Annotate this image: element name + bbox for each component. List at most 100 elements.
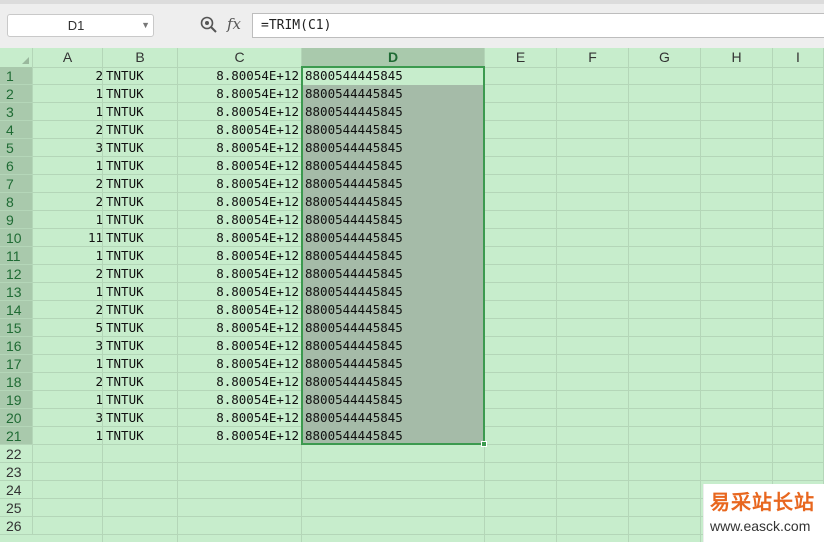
cell-c5[interactable]: 8.80054E+12	[178, 139, 299, 157]
cell-c15[interactable]: 8.80054E+12	[178, 319, 299, 337]
cell-c17[interactable]: 8.80054E+12	[178, 355, 299, 373]
row-header-26[interactable]: 26	[0, 517, 33, 535]
cell-b9[interactable]: TNTUK	[106, 211, 178, 229]
cell-b13[interactable]: TNTUK	[106, 283, 178, 301]
cell-a17[interactable]: 1	[33, 355, 103, 373]
cell-c16[interactable]: 8.80054E+12	[178, 337, 299, 355]
cell-b5[interactable]: TNTUK	[106, 139, 178, 157]
row-header-9[interactable]: 9	[0, 211, 33, 229]
cell-b11[interactable]: TNTUK	[106, 247, 178, 265]
insert-function-icon[interactable]: fx	[227, 14, 249, 34]
cell-b2[interactable]: TNTUK	[106, 85, 178, 103]
cell-a6[interactable]: 1	[33, 157, 103, 175]
cell-b7[interactable]: TNTUK	[106, 175, 178, 193]
column-header-e[interactable]: E	[485, 48, 557, 67]
column-header-f[interactable]: F	[557, 48, 629, 67]
row-header-23[interactable]: 23	[0, 463, 33, 481]
cell-a19[interactable]: 1	[33, 391, 103, 409]
row-header-7[interactable]: 7	[0, 175, 33, 193]
name-box[interactable]: D1 ▼	[7, 14, 154, 37]
cell-a4[interactable]: 2	[33, 121, 103, 139]
column-header-b[interactable]: B	[103, 48, 178, 67]
row-header-21[interactable]: 21	[0, 427, 33, 445]
cell-c11[interactable]: 8.80054E+12	[178, 247, 299, 265]
row-header-14[interactable]: 14	[0, 301, 33, 319]
cell-b14[interactable]: TNTUK	[106, 301, 178, 319]
row-header-10[interactable]: 10	[0, 229, 33, 247]
cell-a21[interactable]: 1	[33, 427, 103, 445]
cell-c9[interactable]: 8.80054E+12	[178, 211, 299, 229]
cell-c21[interactable]: 8.80054E+12	[178, 427, 299, 445]
cell-a1[interactable]: 2	[33, 67, 103, 85]
row-header-13[interactable]: 13	[0, 283, 33, 301]
cell-a7[interactable]: 2	[33, 175, 103, 193]
cell-a14[interactable]: 2	[33, 301, 103, 319]
row-header-3[interactable]: 3	[0, 103, 33, 121]
column-header-g[interactable]: G	[629, 48, 701, 67]
cell-b8[interactable]: TNTUK	[106, 193, 178, 211]
column-header-i[interactable]: I	[773, 48, 824, 67]
cell-b15[interactable]: TNTUK	[106, 319, 178, 337]
column-header-h[interactable]: H	[701, 48, 773, 67]
cell-a16[interactable]: 3	[33, 337, 103, 355]
cell-c1[interactable]: 8.80054E+12	[178, 67, 299, 85]
chevron-down-icon[interactable]: ▼	[141, 20, 150, 30]
cell-b17[interactable]: TNTUK	[106, 355, 178, 373]
column-header-c[interactable]: C	[178, 48, 302, 67]
cell-b20[interactable]: TNTUK	[106, 409, 178, 427]
cell-a8[interactable]: 2	[33, 193, 103, 211]
cell-c7[interactable]: 8.80054E+12	[178, 175, 299, 193]
row-header-4[interactable]: 4	[0, 121, 33, 139]
row-header-2[interactable]: 2	[0, 85, 33, 103]
row-header-19[interactable]: 19	[0, 391, 33, 409]
column-header-d[interactable]: D	[302, 48, 485, 67]
row-header-22[interactable]: 22	[0, 445, 33, 463]
cell-c12[interactable]: 8.80054E+12	[178, 265, 299, 283]
row-header-20[interactable]: 20	[0, 409, 33, 427]
cell-a9[interactable]: 1	[33, 211, 103, 229]
cell-c18[interactable]: 8.80054E+12	[178, 373, 299, 391]
cell-b19[interactable]: TNTUK	[106, 391, 178, 409]
cell-a10[interactable]: 11	[33, 229, 103, 247]
fill-handle[interactable]	[481, 441, 487, 447]
cell-a13[interactable]: 1	[33, 283, 103, 301]
cell-c8[interactable]: 8.80054E+12	[178, 193, 299, 211]
formula-bar-input[interactable]: =TRIM(C1)	[252, 13, 824, 38]
row-header-12[interactable]: 12	[0, 265, 33, 283]
select-all-corner[interactable]	[0, 48, 33, 67]
row-header-25[interactable]: 25	[0, 499, 33, 517]
column-header-a[interactable]: A	[33, 48, 103, 67]
cell-c20[interactable]: 8.80054E+12	[178, 409, 299, 427]
cell-a11[interactable]: 1	[33, 247, 103, 265]
cell-a3[interactable]: 1	[33, 103, 103, 121]
cell-a5[interactable]: 3	[33, 139, 103, 157]
row-header-6[interactable]: 6	[0, 157, 33, 175]
cell-b3[interactable]: TNTUK	[106, 103, 178, 121]
cell-c19[interactable]: 8.80054E+12	[178, 391, 299, 409]
cell-b12[interactable]: TNTUK	[106, 265, 178, 283]
cell-a15[interactable]: 5	[33, 319, 103, 337]
cell-c6[interactable]: 8.80054E+12	[178, 157, 299, 175]
cell-c3[interactable]: 8.80054E+12	[178, 103, 299, 121]
row-header-16[interactable]: 16	[0, 337, 33, 355]
cell-a20[interactable]: 3	[33, 409, 103, 427]
cell-c10[interactable]: 8.80054E+12	[178, 229, 299, 247]
cell-b18[interactable]: TNTUK	[106, 373, 178, 391]
cell-a12[interactable]: 2	[33, 265, 103, 283]
cell-b21[interactable]: TNTUK	[106, 427, 178, 445]
zoom-formula-icon[interactable]	[199, 15, 219, 35]
row-header-17[interactable]: 17	[0, 355, 33, 373]
cell-b16[interactable]: TNTUK	[106, 337, 178, 355]
cell-a18[interactable]: 2	[33, 373, 103, 391]
row-header-24[interactable]: 24	[0, 481, 33, 499]
cell-b6[interactable]: TNTUK	[106, 157, 178, 175]
row-header-11[interactable]: 11	[0, 247, 33, 265]
cell-c13[interactable]: 8.80054E+12	[178, 283, 299, 301]
row-header-8[interactable]: 8	[0, 193, 33, 211]
row-header-18[interactable]: 18	[0, 373, 33, 391]
cell-b4[interactable]: TNTUK	[106, 121, 178, 139]
row-header-5[interactable]: 5	[0, 139, 33, 157]
cell-a2[interactable]: 1	[33, 85, 103, 103]
cell-b1[interactable]: TNTUK	[106, 67, 178, 85]
row-header-1[interactable]: 1	[0, 67, 33, 85]
